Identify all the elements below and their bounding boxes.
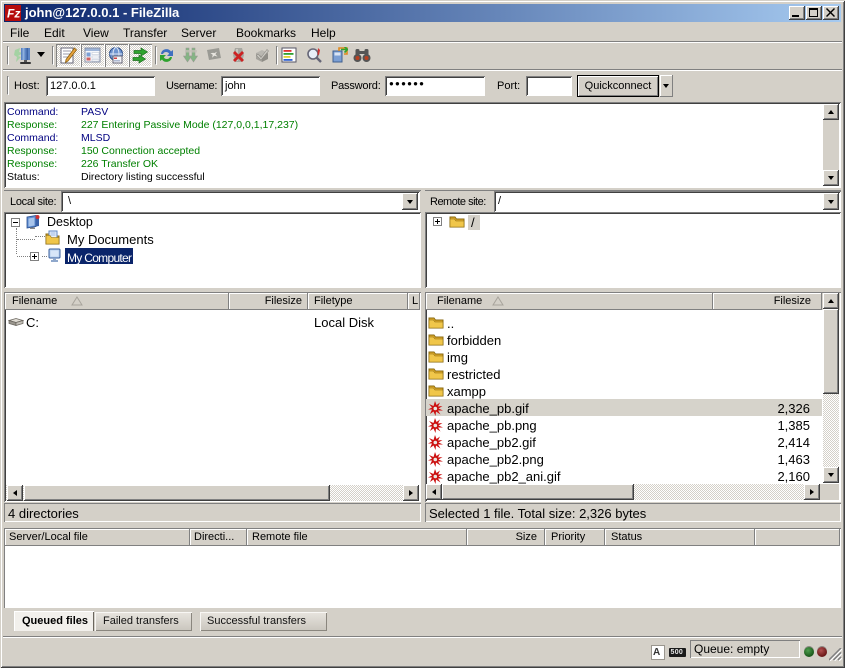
- svg-text:Fz: Fz: [7, 7, 20, 21]
